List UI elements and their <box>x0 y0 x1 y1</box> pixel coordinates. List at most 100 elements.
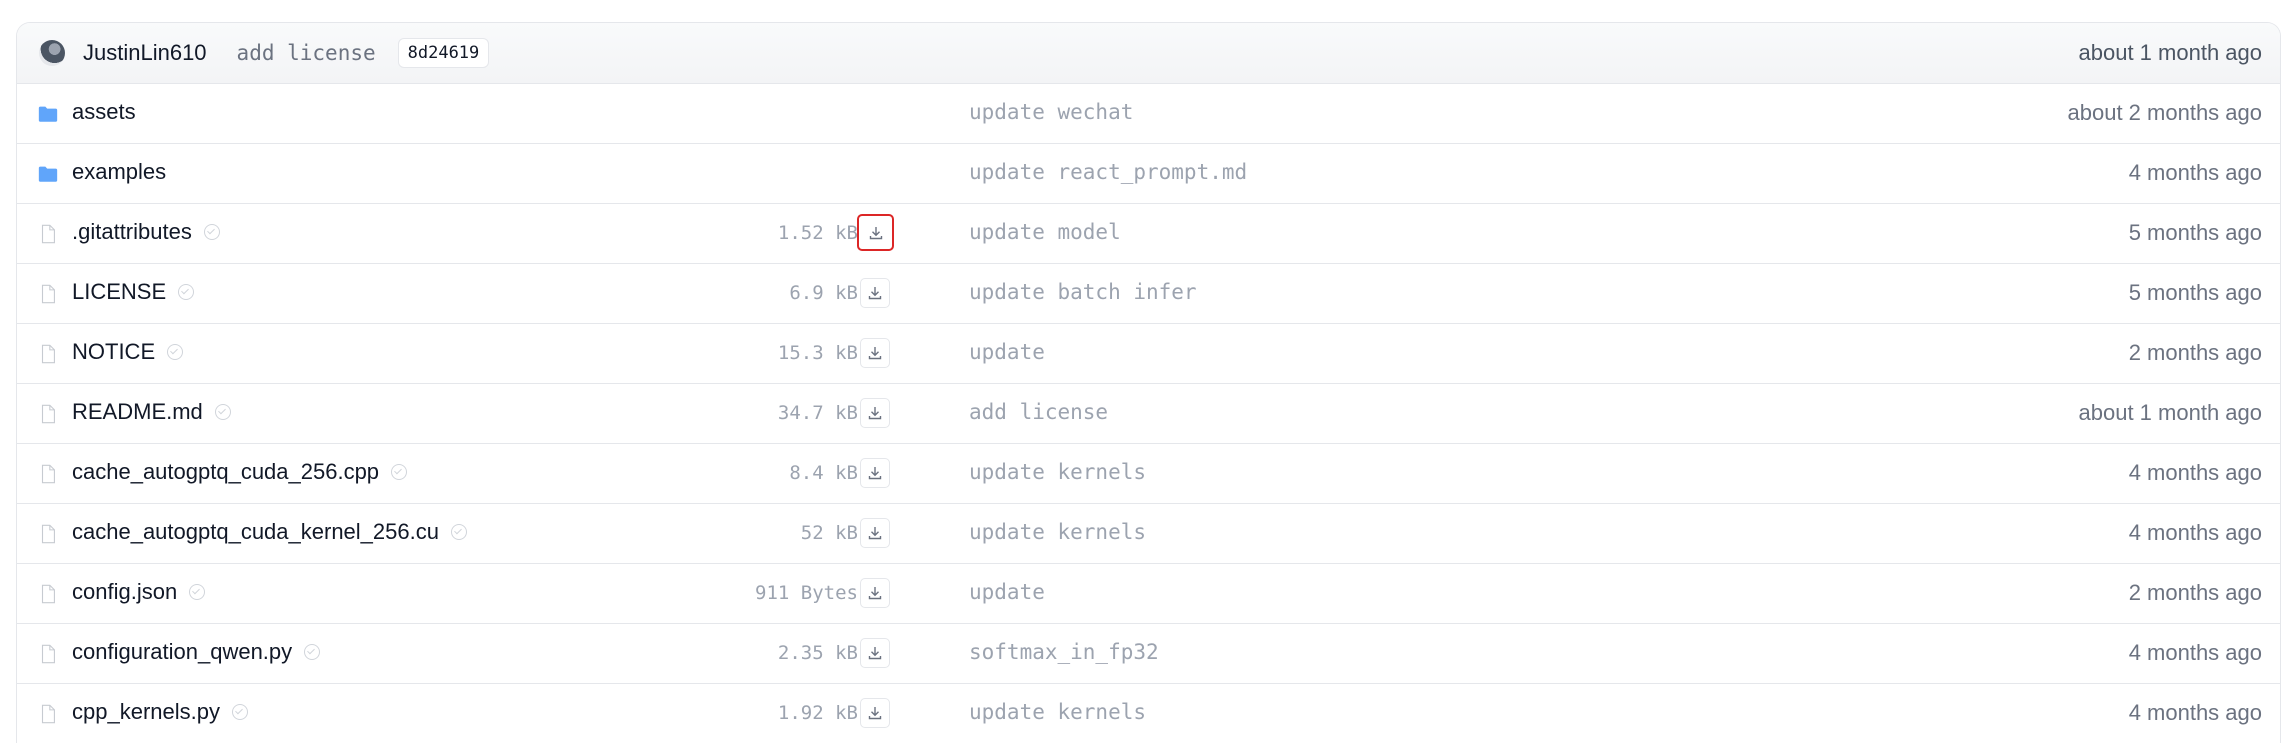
safe-check-icon <box>189 584 206 600</box>
download-icon <box>867 525 883 541</box>
download-button[interactable] <box>860 518 890 548</box>
file-icon <box>37 463 59 485</box>
file-name-text[interactable]: assets <box>72 99 136 125</box>
file-time: 5 months ago <box>2128 220 2262 245</box>
file-time: about 1 month ago <box>2078 400 2262 425</box>
commit-message-link[interactable]: update batch infer <box>969 280 1197 304</box>
download-icon <box>867 705 883 721</box>
file-name-text[interactable]: .gitattributes <box>72 219 192 245</box>
download-button[interactable] <box>860 278 890 308</box>
file-icon <box>37 283 59 305</box>
file-row[interactable]: .gitattributes 1.52 kB update model 5 mo… <box>17 204 2280 264</box>
file-icon <box>37 343 59 365</box>
file-time: 4 months ago <box>2128 160 2262 185</box>
file-time: 4 months ago <box>2128 520 2262 545</box>
commit-message[interactable]: add license <box>237 41 376 65</box>
file-row[interactable]: README.md 34.7 kB add license about 1 mo… <box>17 384 2280 444</box>
file-name[interactable]: LICENSE <box>72 279 195 305</box>
file-name[interactable]: .gitattributes <box>72 219 220 245</box>
last-commit-header: JustinLin610 add license 8d24619 about 1… <box>17 23 2280 84</box>
download-icon <box>867 345 883 361</box>
file-time: 5 months ago <box>2128 280 2262 305</box>
file-row[interactable]: LICENSE 6.9 kB update batch infer 5 mont… <box>17 264 2280 324</box>
download-icon <box>867 405 883 421</box>
file-name-text[interactable]: cache_autogptq_cuda_kernel_256.cu <box>72 519 439 545</box>
file-row[interactable]: configuration_qwen.py 2.35 kB softmax_in… <box>17 624 2280 684</box>
safe-check-icon <box>178 284 195 300</box>
download-button[interactable] <box>857 214 894 251</box>
file-row[interactable]: cache_autogptq_cuda_256.cpp 8.4 kB updat… <box>17 444 2280 504</box>
file-name-text[interactable]: configuration_qwen.py <box>72 639 292 665</box>
file-name[interactable]: README.md <box>72 399 231 425</box>
folder-row[interactable]: assets update wechat about 2 months ago <box>17 84 2280 144</box>
commit-message-link[interactable]: update react_prompt.md <box>969 160 1247 184</box>
folder-row[interactable]: examples update react_prompt.md 4 months… <box>17 144 2280 204</box>
commit-message-link[interactable]: softmax_in_fp32 <box>969 640 1159 664</box>
file-name[interactable]: configuration_qwen.py <box>72 639 321 665</box>
safe-check-icon <box>450 524 467 540</box>
download-button[interactable] <box>860 698 890 728</box>
download-button[interactable] <box>860 638 890 668</box>
safe-check-icon <box>391 464 408 480</box>
file-size: 8.4 kB <box>789 462 858 484</box>
file-name[interactable]: cache_autogptq_cuda_256.cpp <box>72 459 408 485</box>
commit-hash[interactable]: 8d24619 <box>397 38 490 68</box>
file-size: 911 Bytes <box>755 582 858 604</box>
download-button[interactable] <box>860 458 890 488</box>
file-size: 2.35 kB <box>777 642 858 664</box>
download-icon <box>867 465 883 481</box>
commit-message-link[interactable]: update kernels <box>969 520 1146 544</box>
file-time: about 2 months ago <box>2067 100 2262 125</box>
commit-message-link[interactable]: update kernels <box>969 700 1146 724</box>
commit-message-link[interactable]: update wechat <box>969 100 1133 124</box>
file-row[interactable]: NOTICE 15.3 kB update 2 months ago <box>17 324 2280 384</box>
file-row[interactable]: cache_autogptq_cuda_kernel_256.cu 52 kB … <box>17 504 2280 564</box>
folder-icon <box>37 103 59 125</box>
file-size: 1.92 kB <box>777 702 858 724</box>
file-name[interactable]: cache_autogptq_cuda_kernel_256.cu <box>72 519 467 545</box>
file-name-text[interactable]: README.md <box>72 399 203 425</box>
file-name-text[interactable]: config.json <box>72 579 177 605</box>
file-time: 4 months ago <box>2128 700 2262 725</box>
file-icon <box>37 523 59 545</box>
download-icon <box>867 285 883 301</box>
file-name-text[interactable]: cache_autogptq_cuda_256.cpp <box>72 459 379 485</box>
file-name[interactable]: NOTICE <box>72 339 184 365</box>
commit-message-link[interactable]: update <box>969 340 1045 364</box>
file-name-text[interactable]: cpp_kernels.py <box>72 699 220 725</box>
file-time: 4 months ago <box>2128 460 2262 485</box>
file-row[interactable]: cpp_kernels.py 1.92 kB update kernels 4 … <box>17 684 2280 743</box>
safe-check-icon <box>203 224 220 240</box>
folder-icon <box>37 163 59 185</box>
download-icon <box>867 645 883 661</box>
file-time: 2 months ago <box>2128 580 2262 605</box>
file-row[interactable]: config.json 911 Bytes update 2 months ag… <box>17 564 2280 624</box>
file-name[interactable]: examples <box>72 159 166 185</box>
file-icon <box>37 643 59 665</box>
commit-message-link[interactable]: add license <box>969 400 1108 424</box>
file-name-text[interactable]: examples <box>72 159 166 185</box>
file-size: 52 kB <box>800 522 858 544</box>
download-button[interactable] <box>860 578 890 608</box>
file-size: 34.7 kB <box>777 402 858 424</box>
file-name[interactable]: cpp_kernels.py <box>72 699 248 725</box>
file-time: 2 months ago <box>2128 340 2262 365</box>
commit-message-link[interactable]: update kernels <box>969 460 1146 484</box>
avatar[interactable] <box>39 40 65 66</box>
file-name[interactable]: assets <box>72 99 136 125</box>
file-size: 15.3 kB <box>777 342 858 364</box>
commit-time: about 1 month ago <box>2078 40 2262 65</box>
download-button[interactable] <box>860 398 890 428</box>
commit-message-link[interactable]: update <box>969 580 1045 604</box>
file-icon <box>37 223 59 245</box>
commit-author[interactable]: JustinLin610 <box>83 40 207 66</box>
file-name-text[interactable]: NOTICE <box>72 339 155 365</box>
file-name[interactable]: config.json <box>72 579 206 605</box>
file-icon <box>37 403 59 425</box>
file-size: 6.9 kB <box>789 282 858 304</box>
download-button[interactable] <box>860 338 890 368</box>
commit-message-link[interactable]: update model <box>969 220 1121 244</box>
safe-check-icon <box>214 404 231 420</box>
file-name-text[interactable]: LICENSE <box>72 279 166 305</box>
download-icon <box>867 585 883 601</box>
